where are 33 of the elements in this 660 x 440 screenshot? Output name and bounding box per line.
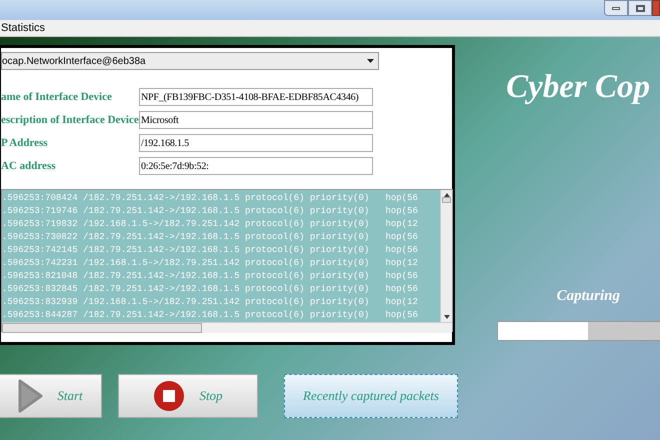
status-label: Capturing — [556, 286, 620, 306]
app-title: Cyber Cop — [506, 68, 650, 107]
log-line: .596253:719832 /192.168.1.5->/182.79.251.142 protocol(6) priority(0) hop(12 — [2, 218, 419, 231]
close-button[interactable] — [652, 0, 660, 16]
field-input[interactable]: 0:26:5e:7d:9b:52: — [139, 157, 373, 175]
log-line: .596253:832845 /182.79.251.142->/192.168.1.5 protocol(6) priority(0) hop(56 — [2, 283, 419, 296]
log-line: .596253:708424 /182.79.251.142->/192.168.1.5 protocol(6) priority(0) hop(56 — [2, 192, 419, 205]
vertical-scrollbar[interactable] — [440, 190, 452, 322]
maximize-button[interactable] — [628, 0, 652, 16]
menu-item[interactable]: Statistics — [1, 20, 46, 36]
log-line: .596253:844287 /182.79.251.142->/192.168.1.5 protocol(6) priority(0) hop(56 — [2, 309, 419, 322]
log-line: .596253:742231 /192.168.1.5->/182.79.251.142 protocol(6) priority(0) hop(12 — [2, 257, 419, 270]
field-label: ame of Interface Device — [1, 90, 113, 105]
field-label: P Address — [1, 136, 49, 151]
scroll-thumb[interactable] — [442, 197, 451, 203]
log-line: .596253:742145 /182.79.251.142->/192.168.1.5 protocol(6) priority(0) hop(56 — [2, 244, 419, 257]
log-line: .596253:821048 /182.79.251.142->/192.168.1.5 protocol(6) priority(0) hop(56 — [2, 270, 419, 283]
scroll-down-icon[interactable] — [444, 315, 450, 319]
field-input[interactable]: /192.168.1.5 — [139, 134, 373, 152]
stop-icon — [153, 380, 186, 412]
field-input[interactable]: Microsoft — [139, 111, 373, 129]
field-label: AC address — [1, 158, 57, 174]
log-line: .596253:719746 /182.79.251.142->/192.168.1.5 protocol(6) priority(0) hop(56 — [2, 205, 419, 218]
minimize-button[interactable] — [604, 0, 628, 16]
field-label: escription of Interface Device — [1, 112, 139, 128]
scroll-thumb[interactable] — [2, 323, 202, 333]
dropdown-arrow-icon — [367, 59, 374, 63]
log-line: .596253:730822 /182.79.251.142->/192.168.1.5 protocol(6) priority(0) hop(56 — [2, 231, 419, 244]
log-line: .596253:832939 /192.168.1.5->/182.79.251.142 protocol(6) priority(0) hop(12 — [2, 296, 419, 309]
horizontal-scrollbar[interactable] — [2, 322, 452, 333]
field-input[interactable]: NPF_(FB139FBC-D351-4108-BFAE-EDBF85AC4346) — [139, 88, 373, 106]
play-icon — [17, 379, 44, 413]
interface-dropdown[interactable]: ocap.NetworkInterface@6eb38a — [1, 52, 379, 70]
